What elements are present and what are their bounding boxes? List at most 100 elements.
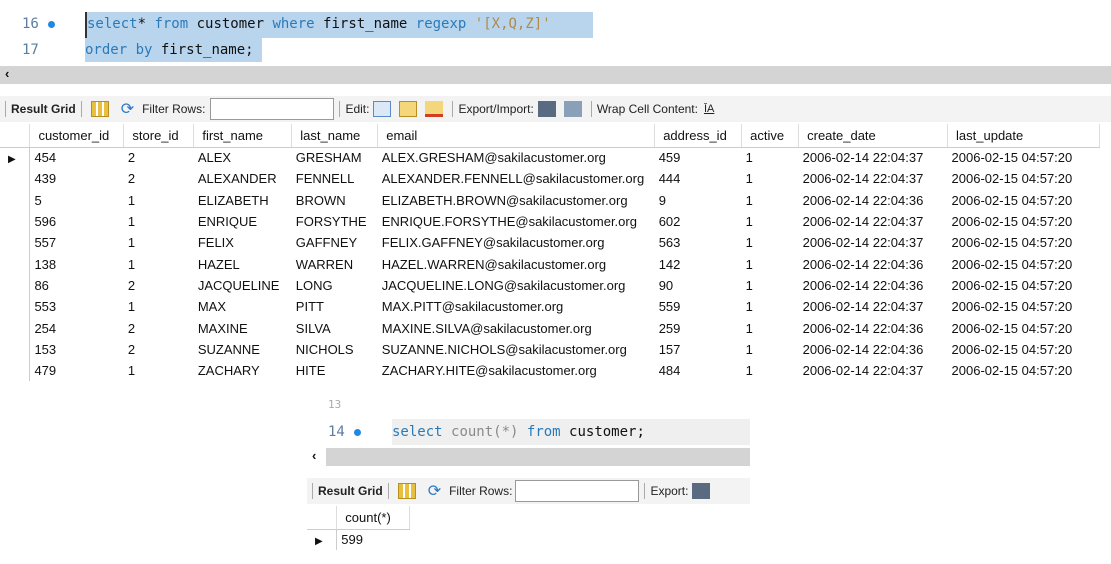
cell-first_name[interactable]: JACQUELINE — [194, 275, 292, 296]
cell-last_name[interactable]: BROWN — [292, 190, 378, 211]
cell-email[interactable]: ELIZABETH.BROWN@sakilacustomer.org — [378, 190, 655, 211]
column-header-last_update[interactable]: last_update — [947, 124, 1100, 148]
cell-store_id[interactable]: 1 — [124, 232, 194, 253]
cell-create_date[interactable]: 2006-02-14 22:04:37 — [799, 232, 948, 253]
cell-active[interactable]: 1 — [742, 253, 799, 274]
cell-last_name[interactable]: FORSYTHE — [292, 211, 378, 232]
table-row[interactable]: 254 2 MAXINE SILVA MAXINE.SILVA@sakilacustom… — [0, 317, 1100, 339]
cell-store_id[interactable]: 2 — [124, 339, 194, 360]
column-header-customer_id[interactable]: customer_id — [29, 124, 125, 148]
wrap-cell-icon[interactable]: ĪA — [704, 103, 714, 115]
cell-email[interactable]: MAX.PITT@sakilacustomer.org — [378, 296, 655, 317]
cell-first_name[interactable]: MAX — [194, 296, 292, 317]
row-header[interactable] — [0, 317, 31, 339]
cell-last_update[interactable]: 2006-02-15 04:57:20 — [948, 339, 1100, 360]
cell-last_name[interactable]: FENNELL — [292, 168, 378, 189]
cell-email[interactable]: ALEXANDER.FENNELL@sakilacustomer.org — [378, 168, 655, 189]
cell-first_name[interactable]: ALEXANDER — [194, 168, 292, 189]
cell-active[interactable]: 1 — [742, 275, 799, 296]
result-grid[interactable]: customer_id store_id first_name last_name em… — [0, 124, 1100, 382]
result-grid-tab[interactable]: Result Grid — [11, 102, 76, 116]
column-header-email[interactable]: email — [377, 124, 656, 148]
column-header-count[interactable]: count(*) — [336, 506, 410, 530]
column-header-store_id[interactable]: store_id — [123, 124, 195, 148]
cell-store_id[interactable]: 1 — [124, 190, 194, 211]
cell-last_update[interactable]: 2006-02-15 04:57:20 — [948, 317, 1100, 338]
code-line[interactable]: select* from customer where first_name r… — [85, 12, 593, 38]
cell-customer_id[interactable]: 479 — [30, 360, 124, 381]
cell-address_id[interactable]: 559 — [655, 296, 742, 317]
cell-last_update[interactable]: 2006-02-15 04:57:20 — [948, 275, 1100, 296]
cell-customer_id[interactable]: 5 — [30, 190, 124, 211]
row-header[interactable] — [0, 274, 31, 297]
column-header-last_name[interactable]: last_name — [291, 124, 379, 148]
column-header-create_date[interactable]: create_date — [798, 124, 949, 148]
table-row[interactable]: 479 1 ZACHARY HITE ZACHARY.HITE@sakilacustom… — [0, 359, 1100, 382]
cell-first_name[interactable]: HAZEL — [194, 253, 292, 274]
cell-active[interactable]: 1 — [742, 168, 799, 189]
cell-first_name[interactable]: FELIX — [194, 232, 292, 253]
cell-last_update[interactable]: 2006-02-15 04:57:20 — [948, 296, 1100, 317]
cell-address_id[interactable]: 444 — [655, 168, 742, 189]
scroll-left-icon[interactable]: ‹ — [307, 448, 316, 463]
cell-active[interactable]: 1 — [742, 190, 799, 211]
cell-customer_id[interactable]: 86 — [30, 275, 124, 296]
cell-address_id[interactable]: 563 — [655, 232, 742, 253]
cell-last_update[interactable]: 2006-02-15 04:57:20 — [948, 168, 1100, 189]
cell-address_id[interactable]: 259 — [655, 317, 742, 338]
cell-active[interactable]: 1 — [742, 317, 799, 338]
cell-active[interactable]: 1 — [742, 360, 799, 381]
cell-last_update[interactable]: 2006-02-15 04:57:20 — [948, 147, 1100, 168]
cell-store_id[interactable]: 2 — [124, 317, 194, 338]
cell-store_id[interactable]: 2 — [124, 168, 194, 189]
cell-last_name[interactable]: WARREN — [292, 253, 378, 274]
cell-customer_id[interactable]: 553 — [30, 296, 124, 317]
result-grid-tab[interactable]: Result Grid — [318, 484, 383, 498]
cell-customer_id[interactable]: 557 — [30, 232, 124, 253]
row-header[interactable] — [0, 359, 31, 382]
result-grid[interactable]: count(*) ▶ 599 — [307, 506, 410, 551]
row-header[interactable] — [0, 168, 31, 190]
cell-last_update[interactable]: 2006-02-15 04:57:20 — [948, 360, 1100, 381]
row-header[interactable] — [0, 232, 31, 254]
cell-last_name[interactable]: NICHOLS — [292, 339, 378, 360]
cell-first_name[interactable]: ENRIQUE — [194, 211, 292, 232]
add-row-icon[interactable] — [399, 101, 418, 117]
cell-email[interactable]: JACQUELINE.LONG@sakilacustomer.org — [378, 275, 655, 296]
column-header-active[interactable]: active — [741, 124, 800, 148]
cell-address_id[interactable]: 459 — [655, 147, 742, 168]
cell-first_name[interactable]: SUZANNE — [194, 339, 292, 360]
cell-address_id[interactable]: 484 — [655, 360, 742, 381]
cell-last_name[interactable]: PITT — [292, 296, 378, 317]
edit-pencil-icon[interactable] — [373, 101, 392, 117]
horizontal-scrollbar[interactable]: ‹ — [307, 448, 750, 466]
grid-layout-icon[interactable] — [90, 101, 109, 117]
table-row[interactable]: 557 1 FELIX GAFFNEY FELIX.GAFFNEY@sakilacust… — [0, 232, 1100, 254]
cell-customer_id[interactable]: 153 — [30, 339, 124, 360]
row-header[interactable] — [0, 338, 31, 360]
cell-last_name[interactable]: GAFFNEY — [292, 232, 378, 253]
cell-first_name[interactable]: MAXINE — [194, 317, 292, 338]
cell-email[interactable]: HAZEL.WARREN@sakilacustomer.org — [378, 253, 655, 274]
cell-store_id[interactable]: 1 — [124, 296, 194, 317]
row-header[interactable]: ▶ — [307, 529, 338, 551]
cell-address_id[interactable]: 142 — [655, 253, 742, 274]
table-row[interactable]: 439 2 ALEXANDER FENNELL ALEXANDER.FENNELL@sa… — [0, 168, 1100, 190]
table-row[interactable]: 596 1 ENRIQUE FORSYTHE ENRIQUE.FORSYTHE@saki… — [0, 210, 1100, 233]
cell-customer_id[interactable]: 254 — [30, 317, 124, 338]
cell-last_name[interactable]: HITE — [292, 360, 378, 381]
cell-email[interactable]: ENRIQUE.FORSYTHE@sakilacustomer.org — [378, 211, 655, 232]
cell-customer_id[interactable]: 454 — [30, 147, 124, 168]
cell-address_id[interactable]: 602 — [655, 211, 742, 232]
table-row[interactable]: ▶ 599 — [307, 529, 410, 551]
cell-last_update[interactable]: 2006-02-15 04:57:20 — [948, 190, 1100, 211]
cell-last_name[interactable]: SILVA — [292, 317, 378, 338]
cell-create_date[interactable]: 2006-02-14 22:04:36 — [799, 253, 948, 274]
cell-email[interactable]: MAXINE.SILVA@sakilacustomer.org — [378, 317, 655, 338]
cell-first_name[interactable]: ALEX — [194, 147, 292, 168]
refresh-icon[interactable]: ⟳ — [121, 99, 134, 119]
cell-active[interactable]: 1 — [742, 232, 799, 253]
cell-last_update[interactable]: 2006-02-15 04:57:20 — [948, 232, 1100, 253]
cell-last_name[interactable]: GRESHAM — [292, 147, 378, 168]
table-row[interactable]: 5 1 ELIZABETH BROWN ELIZABETH.BROWN@sakilacu… — [0, 189, 1100, 211]
